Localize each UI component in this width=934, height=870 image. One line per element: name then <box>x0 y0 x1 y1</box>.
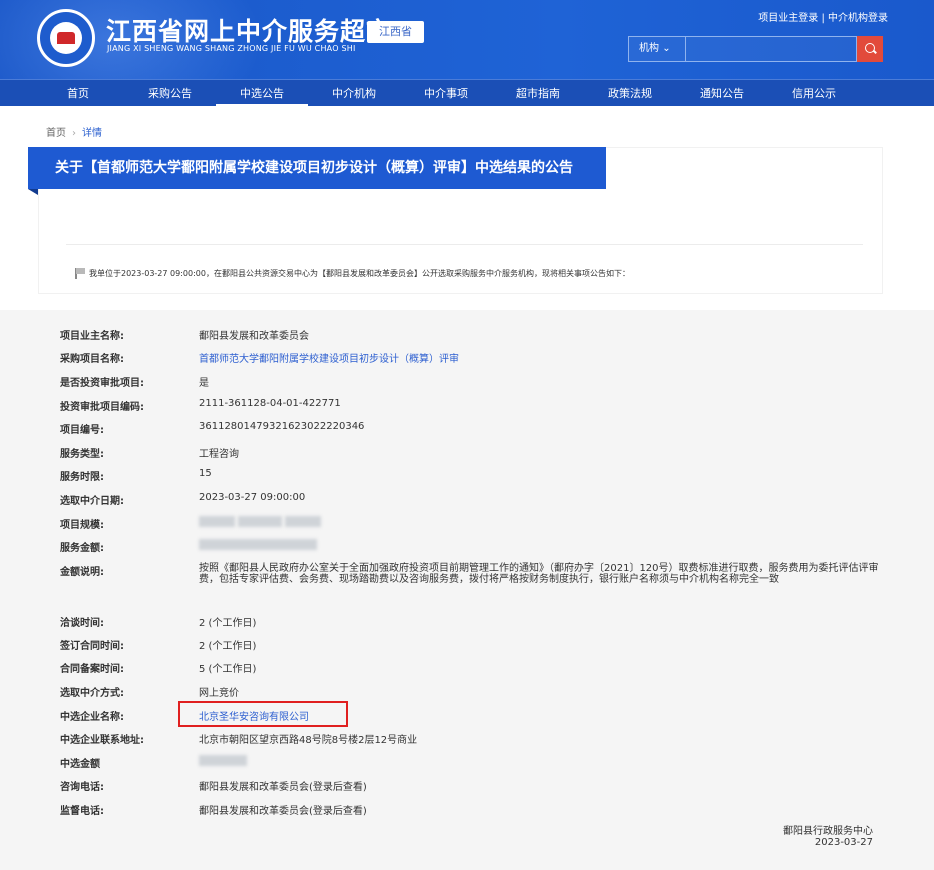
notice-intro: 我单位于2023-03-27 09:00:00，在鄱阳县公共资源交易中心为【鄱阳… <box>75 266 630 279</box>
nav-home[interactable]: 首页 <box>32 80 124 106</box>
scale-value-redacted <box>199 516 322 530</box>
province-selector[interactable]: 江西省 <box>367 21 424 43</box>
breadcrumb: 首页 › 详情 <box>46 124 102 139</box>
search-category-select[interactable]: 机构 ⌄ <box>628 36 686 62</box>
search-category-label: 机构 <box>639 43 659 54</box>
nav-agencies[interactable]: 中介机构 <box>308 80 400 106</box>
nav-procurement[interactable]: 采购公告 <box>124 80 216 106</box>
winner-highlight-box <box>178 701 348 727</box>
method-label: 选取中介方式: <box>60 688 124 699</box>
footer-org: 鄱阳县行政服务中心 <box>783 826 873 837</box>
emblem-icon <box>50 22 82 54</box>
service-type-label: 服务类型: <box>60 449 104 460</box>
filing-label: 合同备案时间: <box>60 664 124 675</box>
notice-intro-text: 我单位于2023-03-27 09:00:00，在鄱阳县公共资源交易中心为【鄱阳… <box>89 269 630 278</box>
win-amount-value-redacted <box>199 755 247 769</box>
flag-icon <box>75 268 85 279</box>
nav-policies[interactable]: 政策法规 <box>584 80 676 106</box>
divider <box>66 244 863 245</box>
site-subtitle: JIANG XI SHENG WANG SHANG ZHONG JIE FU W… <box>107 44 356 53</box>
notice-title: 关于【首都师范大学鄱阳附属学校建设项目初步设计（概算）评审】中选结果的公告 <box>28 147 606 195</box>
search-input[interactable] <box>686 36 857 62</box>
invest-value: 是 <box>199 378 209 389</box>
memo-value: 按照《鄱阳县人民政府办公室关于全面加强政府投资项目前期管理工作的通知》（鄱府办字… <box>199 563 879 585</box>
address-value: 北京市朝阳区望京西路48号院8号楼2层12号商业 <box>199 735 418 746</box>
search-icon[interactable] <box>857 36 883 62</box>
select-date-value: 2023-03-27 09:00:00 <box>199 492 306 503</box>
nav-credit[interactable]: 信用公示 <box>768 80 860 106</box>
amount-label: 服务金额: <box>60 543 104 554</box>
service-term-value: 15 <box>199 468 212 479</box>
owner-label: 项目业主名称: <box>60 331 124 342</box>
breadcrumb-current: 详情 <box>82 128 102 139</box>
memo-label: 金额说明: <box>60 567 104 578</box>
winner-label: 中选企业名称: <box>60 712 124 723</box>
owner-value: 鄱阳县发展和改革委员会 <box>199 331 309 342</box>
consult-value: 鄱阳县发展和改革委员会(登录后查看) <box>199 782 367 793</box>
negotiate-label: 洽谈时间: <box>60 618 104 629</box>
sign-label: 签订合同时间: <box>60 641 124 652</box>
nav-guide[interactable]: 超市指南 <box>492 80 584 106</box>
footer-date: 2023-03-27 <box>814 837 873 848</box>
project-link[interactable]: 首都师范大学鄱阳附属学校建设项目初步设计（概算）评审 <box>199 350 459 365</box>
select-date-label: 选取中介日期: <box>60 496 124 507</box>
negotiate-value: 2 (个工作日) <box>199 618 257 629</box>
supervise-label: 监督电话: <box>60 806 104 817</box>
project-no-label: 项目编号: <box>60 425 104 436</box>
chevron-down-icon: ⌄ <box>662 43 671 54</box>
win-amount-label: 中选金额 <box>60 759 100 770</box>
nav-agency-matters[interactable]: 中介事项 <box>400 80 492 106</box>
amount-value-redacted <box>199 539 317 553</box>
invest-code-label: 投资审批项目编码: <box>60 402 144 413</box>
scale-label: 项目规模: <box>60 520 104 531</box>
invest-code-value: 2111-361128-04-01-422771 <box>199 398 341 409</box>
breadcrumb-home[interactable]: 首页 <box>46 128 66 139</box>
project-label: 采购项目名称: <box>60 354 124 365</box>
method-value: 网上竞价 <box>199 688 239 699</box>
main-nav: 首页 采购公告 中选公告 中介机构 中介事项 超市指南 政策法规 通知公告 信用… <box>0 79 934 106</box>
nav-notices[interactable]: 通知公告 <box>676 80 768 106</box>
address-label: 中选企业联系地址: <box>60 735 144 746</box>
service-type-value: 工程咨询 <box>199 449 239 460</box>
site-title[interactable]: 江西省网上中介服务超市 <box>106 12 392 48</box>
consult-label: 咨询电话: <box>60 782 104 793</box>
filing-value: 5 (个工作日) <box>199 664 257 675</box>
site-header: 江西省网上中介服务超市 JIANG XI SHENG WANG SHANG ZH… <box>0 0 934 79</box>
login-links[interactable]: 项目业主登录 | 中介机构登录 <box>758 9 888 24</box>
nav-selection-results[interactable]: 中选公告 <box>216 80 308 106</box>
supervise-value: 鄱阳县发展和改革委员会(登录后查看) <box>199 806 367 817</box>
footer-signature: 鄱阳县行政服务中心 2023-03-27 <box>783 826 873 848</box>
sign-value: 2 (个工作日) <box>199 641 257 652</box>
chevron-right-icon: › <box>72 128 76 139</box>
project-no-value: 36112801479321623022220346 <box>199 421 365 432</box>
emblem-logo[interactable] <box>37 9 95 67</box>
search-bar: 机构 ⌄ <box>628 36 883 62</box>
service-term-label: 服务时限: <box>60 472 104 483</box>
invest-label: 是否投资审批项目: <box>60 378 144 389</box>
